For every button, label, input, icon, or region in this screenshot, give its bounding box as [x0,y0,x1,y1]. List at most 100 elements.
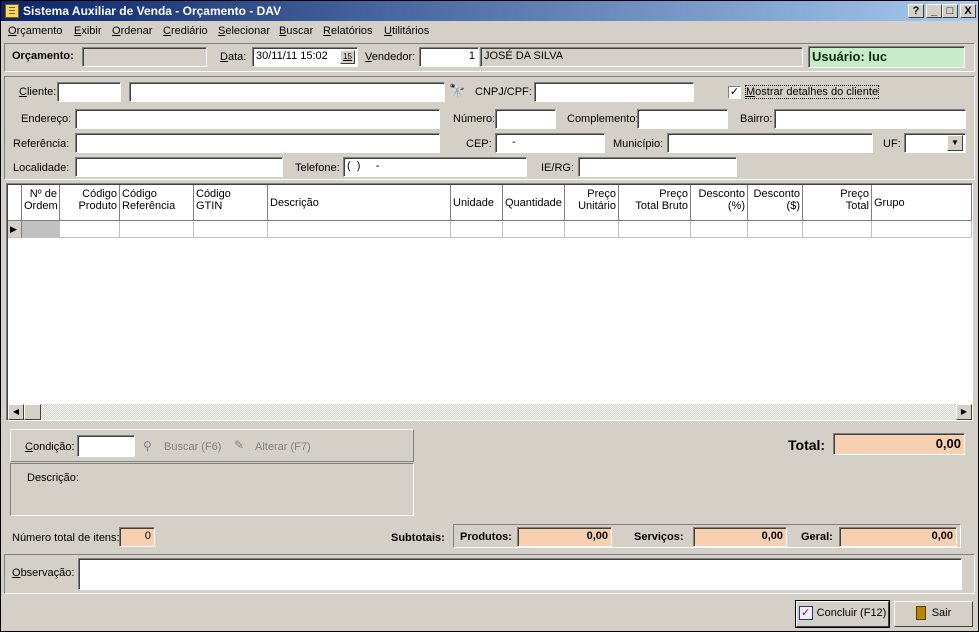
help-button[interactable]: ? [908,4,924,18]
observacao-field[interactable] [78,558,962,590]
ie-label: IE/RG: [541,162,575,174]
endereco-field[interactable] [75,109,440,129]
municipio-field[interactable] [667,133,873,153]
col-desconto-valor[interactable]: Desconto ($) [748,185,803,221]
buscar-binoculars-icon: ⚲ [143,439,152,453]
telefone-label: Telefone: [295,162,340,174]
vendedor-label: Vendedor: [365,51,416,63]
minimize-button[interactable]: _ [926,4,942,18]
referencia-label: Referência: [13,138,70,150]
subtotais-label: Subtotais: [391,532,445,544]
scroll-left-icon[interactable]: ◀ [8,404,24,420]
numero-field[interactable] [495,109,556,129]
cnpj-field[interactable] [534,82,694,102]
cliente-code-field[interactable] [57,82,121,102]
complemento-field[interactable] [637,109,728,129]
bairro-label: Bairro: [740,113,773,125]
concluir-label: Concluir (F12) [816,607,887,619]
numero-label: Número: [453,113,496,125]
num-itens-label: Número total de itens: [12,532,120,544]
menu-utilitarios[interactable]: Utilitários [384,25,429,37]
cliente-name-field[interactable] [129,82,445,102]
col-preco-total[interactable]: Preço Total [803,185,872,221]
cell-descricao[interactable] [268,221,451,238]
sair-button[interactable]: Sair [894,601,973,627]
cell-preco-total[interactable] [803,221,872,238]
uf-dropdown-icon[interactable]: ▼ [947,135,963,151]
calendar-icon[interactable]: 15 [340,50,355,64]
referencia-field[interactable] [75,133,440,153]
col-grupo[interactable]: Grupo [872,185,972,221]
col-descricao[interactable]: Descrição [268,185,451,221]
cell-codigo-gtin[interactable] [194,221,268,238]
concluir-button[interactable]: ✓ Concluir (F12) [796,601,889,627]
menu-bar: Orçamento Exibir Ordenar Crediário Selec… [1,22,978,41]
close-button[interactable]: X [960,4,976,18]
vendedor-code-field[interactable]: 1 [419,47,479,67]
cell-desconto-pct[interactable] [691,221,748,238]
col-ordem[interactable]: Nº de Ordem [22,185,60,221]
produtos-field: 0,00 [517,527,612,547]
menu-exibir[interactable]: Exibir [74,25,102,37]
telefone-field[interactable]: ( ) - [343,157,527,177]
col-preco-total-bruto[interactable]: Preço Total Bruto [619,185,691,221]
total-label: Total: [788,437,826,453]
total-field: 0,00 [833,433,965,455]
bairro-field[interactable] [774,109,966,129]
menu-crediario[interactable]: Crediário [163,25,208,37]
cell-ordem[interactable] [22,221,60,238]
servicos-field: 0,00 [693,527,787,547]
col-desconto-pct[interactable]: Desconto (%) [691,185,748,221]
maximize-button[interactable]: □ [942,4,958,18]
cep-field[interactable]: - [495,133,605,153]
condicao-field[interactable] [77,435,135,457]
col-unidade[interactable]: Unidade [451,185,503,221]
cell-quantidade[interactable] [503,221,565,238]
cell-grupo[interactable] [872,221,972,238]
cnpj-label: CNPJ/CPF: [475,86,532,98]
descricao-panel [10,463,414,516]
alterar-edit-icon: ✎ [234,438,245,452]
buscar-button[interactable]: Buscar (F6) [164,441,221,453]
menu-selecionar[interactable]: Selecionar [218,25,270,37]
grid-corner [8,185,22,221]
exit-door-icon [915,606,926,621]
localidade-field[interactable] [75,157,283,177]
cell-codigo-produto[interactable] [60,221,120,238]
endereco-label: Endereço: [21,113,72,125]
orcamento-field[interactable] [82,47,207,67]
cep-label: CEP: [466,138,492,150]
scroll-right-icon[interactable]: ▶ [956,404,972,420]
mostrar-detalhes-label[interactable]: Mostrar detalhes do cliente [744,85,880,99]
cell-unidade[interactable] [451,221,503,238]
cell-preco-total-bruto[interactable] [619,221,691,238]
cell-codigo-referencia[interactable] [120,221,194,238]
ie-field[interactable] [578,157,737,177]
horizontal-scrollbar[interactable]: ◀ ▶ [8,404,972,420]
cliente-label: Cliente: [19,86,57,98]
col-preco-unitario[interactable]: Preço Unitário [565,185,619,221]
menu-buscar[interactable]: Buscar [279,25,313,37]
cell-preco-unitario[interactable] [565,221,619,238]
orcamento-label: Orçamento: [12,50,74,62]
municipio-label: Município: [613,138,664,150]
cell-desconto-valor[interactable] [748,221,803,238]
binoculars-icon[interactable]: 🔭 [449,83,465,99]
produtos-label: Produtos: [460,531,512,543]
menu-relatorios[interactable]: Relatórios [323,25,373,37]
scroll-thumb[interactable] [24,404,41,420]
title-bar[interactable]: Sistema Auxiliar de Venda - Orçamento - … [1,1,978,21]
observacao-label: Observação: [12,567,75,579]
col-quantidade[interactable]: Quantidade [503,185,565,221]
menu-ordenar[interactable]: Ordenar [112,25,152,37]
col-codigo-produto[interactable]: Código Produto [60,185,120,221]
menu-orcamento[interactable]: Orçamento [8,25,62,37]
col-codigo-referencia[interactable]: Código Referência [120,185,194,221]
complemento-label: Complemento: [567,113,639,125]
main-window: Sistema Auxiliar de Venda - Orçamento - … [0,0,979,632]
alterar-button[interactable]: Alterar (F7) [255,441,311,453]
col-codigo-gtin[interactable]: Código GTIN [194,185,268,221]
mostrar-detalhes-checkbox[interactable]: ✓ [728,86,741,99]
items-grid[interactable]: Nº de Ordem Código Produto Código Referênci… [6,183,973,421]
row-pointer-icon: ▶ [8,221,22,238]
